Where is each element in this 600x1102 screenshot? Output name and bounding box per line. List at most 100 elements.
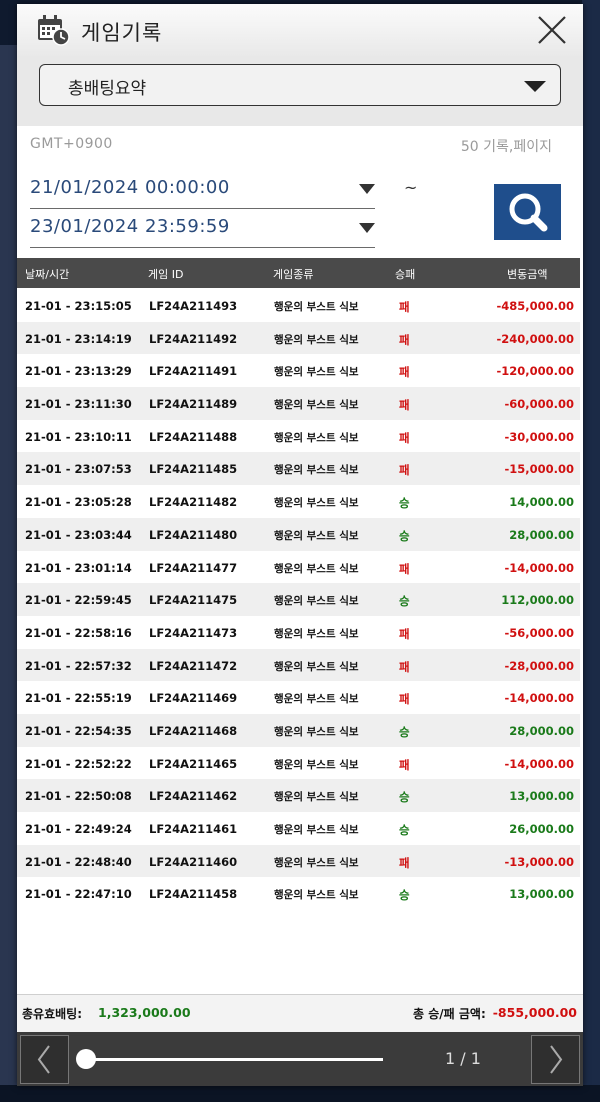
table-row[interactable]: 21-01 - 23:05:28 LF24A211482 행운의 부스트 식보 승 14… — [17, 485, 580, 518]
chevron-left-icon — [37, 1045, 50, 1074]
table-row[interactable]: 21-01 - 23:10:11 LF24A211488 행운의 부스트 식보 패 -3… — [17, 419, 580, 453]
next-page-button[interactable] — [531, 1035, 580, 1084]
row-game-id: LF24A211458 — [149, 887, 238, 902]
row-datetime: 21-01 - 23:10:11 — [25, 429, 132, 444]
date-to-value: 23/01/2024 23:59:59 — [30, 216, 230, 237]
row-game-id: LF24A211461 — [149, 822, 238, 836]
row-amount: -28,000.00 — [504, 658, 574, 673]
row-datetime: 21-01 - 23:13:29 — [25, 364, 132, 379]
row-game-type: 행운의 부스트 식보 — [274, 529, 359, 542]
row-datetime: 21-01 - 23:15:05 — [25, 299, 132, 313]
caret-down-icon — [359, 184, 375, 194]
table-row[interactable]: 21-01 - 22:50:08 LF24A211462 행운의 부스트 식보 승 13… — [17, 779, 580, 812]
row-result: 패 — [399, 757, 410, 772]
table-row[interactable]: 21-01 - 22:59:45 LF24A211475 행운의 부스트 식보 승 11… — [17, 583, 580, 616]
timezone-label: GMT+0900 — [30, 136, 113, 152]
table-row[interactable]: 21-01 - 22:48:40 LF24A211460 행운의 부스트 식보 패 -1… — [17, 844, 580, 878]
column-header-datetime: 날짜/시간 — [25, 268, 70, 281]
row-amount: -14,000.00 — [504, 756, 574, 771]
row-datetime: 21-01 - 22:55:19 — [25, 691, 132, 706]
row-datetime: 21-01 - 23:01:14 — [25, 560, 132, 575]
row-game-id: LF24A211488 — [149, 429, 238, 444]
row-result: 패 — [399, 332, 410, 347]
row-game-id: LF24A211477 — [149, 560, 238, 575]
row-datetime: 21-01 - 22:57:32 — [25, 658, 132, 673]
row-game-id: LF24A211460 — [149, 854, 238, 869]
row-datetime: 21-01 - 23:14:19 — [25, 331, 132, 346]
chevron-down-icon — [524, 81, 546, 92]
row-amount: -30,000.00 — [504, 429, 574, 444]
caret-down-icon — [359, 223, 375, 233]
records-per-page[interactable]: 50 기록,페이지 — [461, 136, 552, 156]
page-slider-thumb[interactable] — [76, 1049, 96, 1069]
background-edge — [0, 45, 18, 1085]
table-row[interactable]: 21-01 - 23:11:30 LF24A211489 행운의 부스트 식보 패 -6… — [17, 387, 580, 420]
row-game-type: 행운의 부스트 식보 — [274, 791, 359, 804]
dropdown-selected-value: 총배팅요약 — [68, 79, 147, 99]
row-datetime: 21-01 - 22:54:35 — [25, 723, 132, 738]
row-result: 승 — [399, 528, 410, 543]
table-row[interactable]: 21-01 - 23:13:29 LF24A211491 행운의 부스트 식보 패 -1… — [17, 354, 580, 388]
row-game-id: LF24A211475 — [149, 593, 238, 608]
search-button[interactable] — [494, 184, 561, 240]
table-row[interactable]: 21-01 - 23:07:53 LF24A211485 행운의 부스트 식보 패 -1… — [17, 452, 580, 486]
summary-type-dropdown[interactable]: 총배팅요약 — [39, 64, 561, 106]
table-row[interactable]: 21-01 - 22:54:35 LF24A211468 행운의 부스트 식보 승 28… — [17, 713, 580, 747]
page-slider-track[interactable] — [83, 1058, 383, 1061]
row-amount: -120,000.00 — [496, 364, 574, 379]
row-datetime: 21-01 - 23:03:44 — [25, 527, 132, 542]
table-row[interactable]: 21-01 - 23:14:19 LF24A211492 행운의 부스트 식보 패 -2… — [17, 321, 580, 355]
page-indicator: 1 / 1 — [445, 1049, 481, 1068]
row-game-type: 행운의 부스트 식보 — [274, 627, 359, 640]
modal-header: 게임기록 — [17, 4, 583, 57]
table-row[interactable]: 21-01 - 22:58:16 LF24A211473 행운의 부스트 식보 패 -5… — [17, 615, 580, 649]
table-row[interactable]: 21-01 - 23:01:14 LF24A211477 행운의 부스트 식보 패 -1… — [17, 550, 580, 584]
row-amount: 13,000.00 — [509, 887, 574, 902]
row-datetime: 21-01 - 22:52:22 — [25, 756, 132, 771]
row-result: 패 — [399, 398, 410, 413]
row-result: 승 — [399, 823, 410, 837]
date-from-select[interactable]: 21/01/2024 00:00:00 — [30, 176, 375, 209]
row-game-id: LF24A211480 — [149, 527, 238, 542]
table-row[interactable]: 21-01 - 22:55:19 LF24A211469 행운의 부스트 식보 패 -1… — [17, 681, 580, 714]
row-game-type: 행운의 부스트 식보 — [274, 660, 359, 673]
row-game-id: LF24A211473 — [149, 625, 238, 640]
prev-page-button[interactable] — [20, 1035, 69, 1084]
table-row[interactable]: 21-01 - 22:47:10 LF24A211458 행운의 부스트 식보 승 13… — [17, 877, 580, 911]
search-icon — [509, 193, 548, 232]
table-row[interactable]: 21-01 - 23:03:44 LF24A211480 행운의 부스트 식보 승 28… — [17, 517, 580, 551]
row-datetime: 21-01 - 22:59:45 — [25, 593, 132, 608]
row-result: 패 — [399, 561, 410, 576]
table-row[interactable]: 21-01 - 22:57:32 LF24A211472 행운의 부스트 식보 패 -2… — [17, 648, 580, 682]
close-icon[interactable] — [536, 14, 568, 46]
row-game-type: 행운의 부스트 식보 — [274, 497, 359, 510]
row-result: 패 — [399, 463, 410, 478]
row-datetime: 21-01 - 22:48:40 — [25, 854, 132, 869]
row-datetime: 21-01 - 23:05:28 — [25, 495, 132, 510]
table-row[interactable]: 21-01 - 23:15:05 LF24A211493 행운의 부스트 식보 패 -4… — [17, 289, 580, 322]
row-datetime: 21-01 - 22:58:16 — [25, 625, 132, 640]
row-game-type: 행운의 부스트 식보 — [274, 431, 359, 444]
row-game-id: LF24A211482 — [149, 495, 238, 510]
row-amount: 28,000.00 — [509, 527, 574, 542]
row-game-id: LF24A211462 — [149, 789, 238, 804]
table-row[interactable]: 21-01 - 22:49:24 LF24A211461 행운의 부스트 식보 승 26… — [17, 812, 580, 845]
date-to-select[interactable]: 23/01/2024 23:59:59 — [30, 215, 375, 248]
row-result: 패 — [399, 430, 410, 445]
row-game-id: LF24A211489 — [149, 397, 238, 412]
row-result: 패 — [399, 626, 410, 641]
total-winloss-value: -855,000.00 — [492, 1005, 577, 1020]
calendar-clock-icon — [38, 15, 70, 46]
row-game-type: 행운의 부스트 식보 — [274, 562, 359, 575]
table-row[interactable]: 21-01 - 22:52:22 LF24A211465 행운의 부스트 식보 패 -1… — [17, 746, 580, 780]
row-game-type: 행운의 부스트 식보 — [274, 856, 359, 869]
row-game-type: 행운의 부스트 식보 — [274, 464, 359, 477]
row-amount: 14,000.00 — [509, 495, 574, 510]
row-result: 패 — [399, 659, 410, 674]
row-game-id: LF24A211468 — [149, 723, 238, 738]
row-amount: -14,000.00 — [504, 691, 574, 706]
row-result: 승 — [399, 594, 410, 609]
row-game-type: 행운의 부스트 식보 — [274, 301, 359, 313]
table-body: 21-01 - 23:15:05 LF24A211493 행운의 부스트 식보 패 -4… — [17, 289, 580, 911]
row-result: 패 — [399, 855, 410, 870]
